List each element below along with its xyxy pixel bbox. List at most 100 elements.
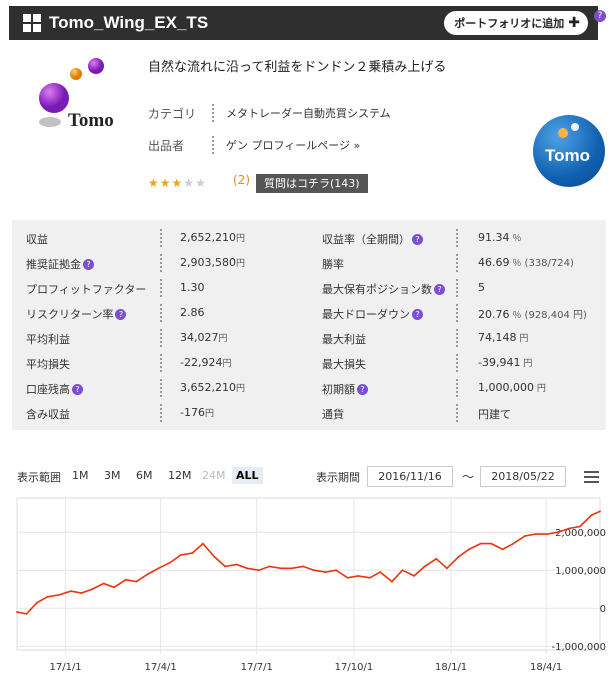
plot-area (16, 497, 601, 651)
data-point (70, 590, 72, 592)
data-point (546, 533, 549, 535)
range-button-1m[interactable]: 1M (68, 467, 93, 484)
data-point (235, 563, 238, 566)
data-point (169, 561, 172, 564)
data-point (147, 573, 149, 575)
seller-avatar[interactable]: Tomo (533, 115, 605, 187)
category-row: カテゴリ メタトレーダー自動売買システム (148, 104, 391, 122)
stat-value: -176円 (180, 406, 214, 419)
seller-profile-link[interactable]: ゲン プロフィールページ » (226, 137, 360, 153)
from-date-input[interactable]: 2016/11/16 (367, 466, 453, 487)
seller-label: 出品者 (148, 138, 185, 153)
period-label: 表示期間 (316, 471, 360, 484)
stat-value: 20.76 ％ (928,404 円) (478, 308, 587, 321)
help-icon[interactable]: ? (434, 284, 445, 295)
stat-label: 収益率（全期間）? (322, 231, 423, 247)
star-icon: ★ (171, 176, 183, 190)
data-point (157, 567, 160, 570)
to-date-input[interactable]: 2018/05/22 (480, 466, 566, 487)
range-button-3m[interactable]: 3M (100, 467, 125, 484)
stat-value: 2.86 (180, 306, 205, 319)
data-point (446, 567, 448, 570)
stat-row: 口座残高? 3,652,210円 初期額? 1,000,000 円 (12, 376, 606, 401)
range-button-12m[interactable]: 12M (164, 467, 196, 484)
data-point (290, 567, 293, 570)
data-point (102, 582, 105, 585)
data-point (25, 613, 28, 615)
help-icon[interactable]: ? (72, 384, 83, 395)
add-to-portfolio-button[interactable]: ポートフォリオに追加 ✚ (444, 11, 588, 35)
data-point (590, 514, 593, 516)
questions-button[interactable]: 質問はコチラ(143) (256, 174, 368, 193)
data-point (534, 533, 537, 535)
data-point (202, 542, 204, 545)
review-count-link[interactable]: (2) (233, 173, 250, 187)
stat-label: 最大保有ポジション数? (322, 281, 445, 297)
category-label: カテゴリ (148, 106, 197, 121)
chart-menu-icon[interactable] (584, 471, 599, 486)
x-tick-label: 18/1/1 (435, 662, 467, 673)
stat-value: 5 (478, 281, 485, 294)
data-point (135, 580, 138, 583)
stat-value: 円建て (478, 408, 511, 421)
range-button-24m[interactable]: 24M (198, 467, 230, 484)
data-point (36, 601, 38, 604)
data-point (179, 554, 182, 556)
grid-icon (23, 14, 41, 32)
stat-value: 2,652,210円 (180, 231, 245, 244)
stat-row: リスクリターン率? 2.86 最大ドローダウン? 20.76 ％ (928,404 円… (12, 301, 606, 326)
y-tick-label: -1,000,000 (551, 642, 606, 653)
stat-value: 2,903,580円 (180, 256, 245, 269)
data-point (80, 592, 83, 594)
data-point (490, 542, 493, 545)
stat-row: プロフィットファクター 1.30 最大保有ポジション数? 5 (12, 276, 606, 301)
help-icon[interactable]: ? (83, 259, 94, 270)
y-tick-label: 1,000,000 (555, 566, 606, 577)
x-tick-label: 17/4/1 (145, 662, 177, 673)
x-tick-label: 18/4/1 (530, 662, 562, 673)
stats-table: 収益 2,652,210円 収益率（全期間）? 91.34 ％ 推奨証拠金? 2,903,… (12, 220, 606, 430)
x-tick-label: 17/7/1 (241, 662, 273, 673)
help-icon[interactable]: ? (357, 384, 368, 395)
data-point (599, 510, 601, 513)
help-icon[interactable]: ? (594, 10, 606, 22)
stat-label: 初期額? (322, 381, 368, 397)
help-icon[interactable]: ? (115, 309, 127, 320)
avatar-text: Tomo (545, 146, 590, 165)
stat-value: 74,148 円 (478, 331, 529, 344)
stat-label: 通貨 (322, 408, 344, 421)
stat-label: プロフィットファクター (26, 283, 147, 296)
data-point (213, 556, 216, 558)
data-point (368, 576, 371, 579)
data-point (413, 575, 415, 577)
range-button-6m[interactable]: 6M (132, 467, 157, 484)
range-button-all[interactable]: ALL (232, 467, 263, 484)
seller-row: 出品者 ゲン プロフィールページ » (148, 136, 360, 154)
data-point (324, 571, 327, 573)
stat-row: 推奨証拠金? 2,903,580円 勝率 46.69 ％ (338/724) (12, 251, 606, 276)
stat-row: 含み収益 -176円 通貨 円建て (12, 401, 606, 426)
range-label: 表示範囲 (17, 471, 61, 484)
x-tick-label: 17/1/1 (49, 662, 81, 673)
data-point (568, 527, 571, 530)
data-point (556, 531, 559, 534)
data-point (512, 542, 515, 545)
stat-label: 収益 (26, 233, 48, 246)
stat-value: 1,000,000 円 (478, 381, 546, 394)
plus-icon: ✚ (568, 15, 580, 31)
data-point (224, 565, 227, 568)
data-point (379, 571, 382, 573)
x-tick-label: 17/10/1 (335, 662, 374, 673)
stat-value: 46.69 ％ (338/724) (478, 256, 574, 269)
stat-value: 34,027円 (180, 331, 228, 344)
stat-label: 口座残高? (26, 381, 83, 397)
stat-label: 最大利益 (322, 333, 366, 346)
data-point (401, 569, 404, 572)
data-point (246, 567, 249, 570)
data-point (124, 578, 127, 581)
help-icon[interactable]: ? (412, 234, 423, 245)
star-icon: ★ (159, 176, 171, 190)
help-icon[interactable]: ? (412, 309, 423, 320)
data-point (435, 557, 438, 560)
data-point (46, 595, 49, 598)
